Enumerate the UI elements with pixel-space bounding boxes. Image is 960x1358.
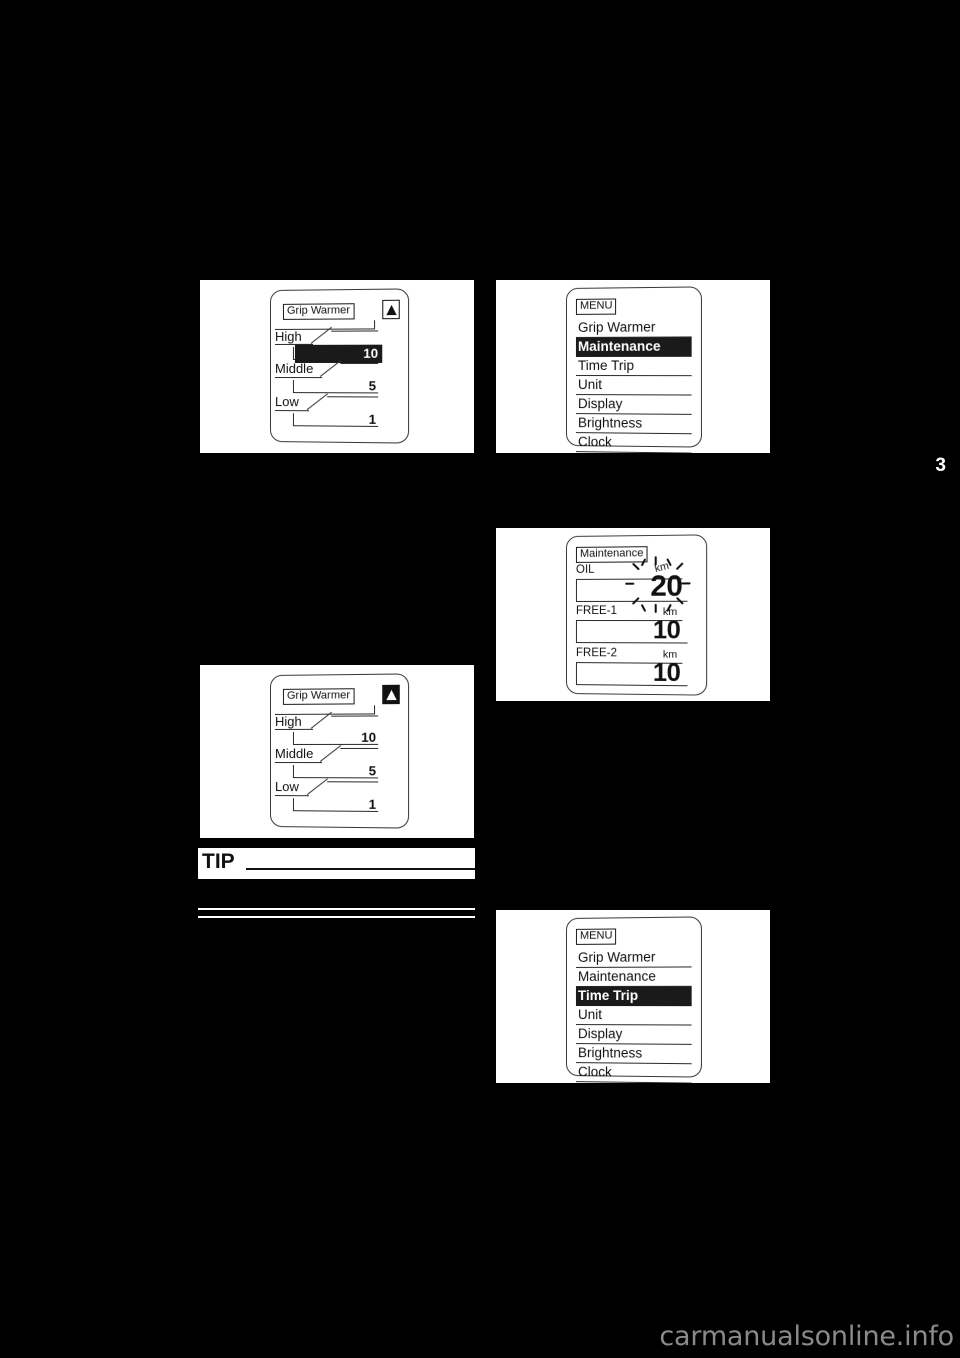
- menu-item-unit[interactable]: Unit: [576, 1006, 692, 1026]
- screen-title-tag: Grip Warmer: [283, 303, 354, 320]
- figure-grip-warmer-confirm: Grip Warmer High 10 Middle 5 Low 1: [200, 665, 474, 838]
- row-value-low: 1: [293, 411, 376, 427]
- menu-item-clock[interactable]: Clock: [576, 433, 692, 453]
- menu-item-clock[interactable]: Clock: [576, 1063, 692, 1083]
- rule-middle-right: [340, 363, 378, 364]
- rule-low-right: [327, 396, 378, 397]
- figure-grip-warmer-adjust: Grip Warmer High 10 Middle 5 Low 1: [200, 280, 474, 453]
- menu-item-display[interactable]: Display: [576, 1025, 692, 1045]
- screen-title-tag: MENU: [576, 928, 617, 944]
- rule-top-drop: [374, 705, 375, 714]
- maintenance-value-free-2: 10: [623, 658, 680, 688]
- menu-item-maintenance[interactable]: Maintenance: [576, 337, 692, 357]
- screen-title-tag: Maintenance: [576, 546, 648, 563]
- menu-item-brightness[interactable]: Brightness: [576, 1044, 692, 1064]
- maintenance-value-free-1: 10: [623, 616, 680, 646]
- slash-middle: [320, 745, 341, 762]
- menu-item-display[interactable]: Display: [576, 395, 692, 415]
- row-label-low: Low: [275, 394, 299, 409]
- up-triangle-icon: [382, 300, 400, 319]
- row-value-middle: 5: [293, 378, 376, 393]
- row-value-high: 10: [293, 730, 376, 745]
- maintenance-label-oil: OIL: [576, 564, 595, 576]
- maintenance-value-oil: 20: [623, 570, 682, 604]
- row-label-low: Low: [275, 779, 299, 794]
- figure-menu-maintenance: MENU Grip Warmer Maintenance Time Trip U…: [496, 280, 770, 453]
- menu-list: Grip Warmer Maintenance Time Trip Unit D…: [576, 948, 692, 1083]
- figure-maintenance: Maintenance OIL km 20 FREE-1 km 10 FREE-…: [496, 528, 770, 701]
- rule-top-drop: [374, 320, 375, 329]
- lcd-screen-menu-time-trip: MENU Grip Warmer Maintenance Time Trip U…: [566, 916, 702, 1077]
- maintenance-label-free-1: FREE-1: [576, 605, 617, 617]
- menu-item-grip-warmer[interactable]: Grip Warmer: [576, 948, 692, 968]
- menu-item-unit[interactable]: Unit: [576, 376, 692, 396]
- row-label-high: High: [275, 329, 302, 344]
- lcd-screen-menu-maintenance: MENU Grip Warmer Maintenance Time Trip U…: [566, 286, 702, 447]
- lcd-screen-grip-warmer-confirm: Grip Warmer High 10 Middle 5 Low 1: [270, 673, 409, 828]
- rule-low-right: [327, 781, 378, 782]
- row-label-high: High: [275, 714, 302, 729]
- menu-item-brightness[interactable]: Brightness: [576, 414, 692, 434]
- screen-title-tag: Grip Warmer: [283, 688, 354, 705]
- up-triangle-icon: [382, 685, 400, 704]
- row-label-middle: Middle: [275, 361, 313, 376]
- slash-low: [307, 778, 328, 795]
- row-value-middle: 5: [293, 763, 376, 778]
- rule-oil-box-left: [576, 579, 577, 601]
- tip-closing-rule: [198, 908, 475, 918]
- rule-free2-box-left: [576, 662, 577, 684]
- menu-item-time-trip[interactable]: Time Trip: [576, 357, 692, 376]
- tip-heading-rule: [246, 868, 475, 870]
- rule-middle-right: [340, 748, 378, 749]
- menu-item-maintenance[interactable]: Maintenance: [576, 967, 692, 987]
- page-number: 3: [935, 455, 946, 477]
- row-value-low: 1: [293, 796, 376, 812]
- rule-high-box-left: [293, 347, 294, 359]
- rule-free1-box-left: [576, 620, 577, 642]
- menu-item-time-trip[interactable]: Time Trip: [576, 987, 692, 1006]
- menu-item-grip-warmer[interactable]: Grip Warmer: [576, 318, 692, 338]
- rule-high-right: [331, 330, 378, 331]
- row-label-middle: Middle: [275, 746, 313, 761]
- tip-heading: TIP: [202, 850, 235, 874]
- rule-high-right: [331, 715, 378, 716]
- maintenance-label-free-2: FREE-2: [576, 647, 617, 659]
- site-watermark: carmanualsonline.info: [659, 1321, 954, 1352]
- lcd-screen-grip-warmer-adjust: Grip Warmer High 10 Middle 5 Low 1: [270, 288, 409, 443]
- figure-menu-time-trip: MENU Grip Warmer Maintenance Time Trip U…: [496, 910, 770, 1083]
- screen-title-tag: MENU: [576, 298, 617, 314]
- tip-block: TIP: [198, 848, 475, 879]
- slash-low: [307, 393, 328, 410]
- menu-list: Grip Warmer Maintenance Time Trip Unit D…: [576, 318, 692, 453]
- lcd-screen-maintenance: Maintenance OIL km 20 FREE-1 km 10 FREE-…: [566, 534, 707, 695]
